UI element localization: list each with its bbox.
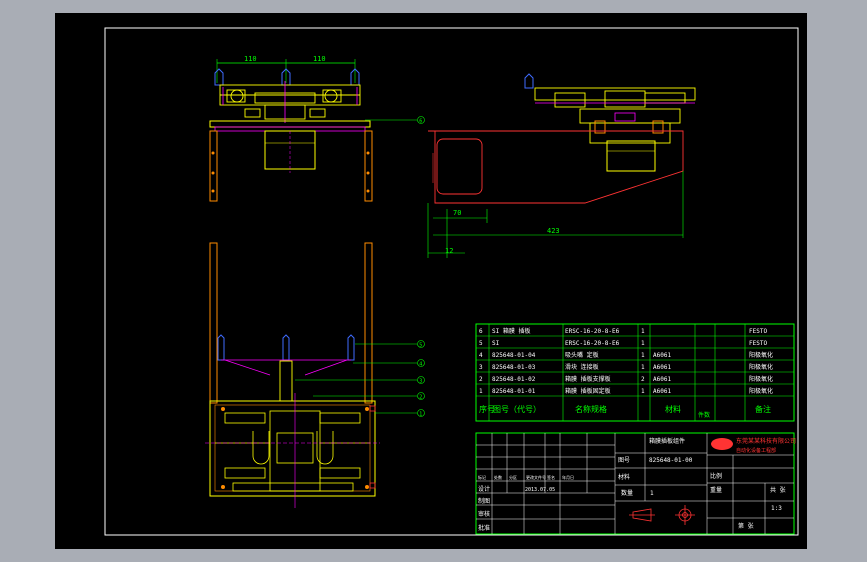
bom-row-note: FESTO xyxy=(749,328,767,335)
bom-row-code: 825648-01-01 xyxy=(492,388,536,395)
dim-70: 70 xyxy=(453,209,461,217)
balloon-b3: 3 xyxy=(419,379,422,385)
revision-tag: 分区 xyxy=(509,474,517,480)
bom-rows: 6 SI 箱膜 插板 ERSC-16-20-8-E6 1 FESTO 5 SI ERSC-16… xyxy=(479,327,773,395)
revision-tag: 更改文件号 xyxy=(526,474,546,480)
top-view xyxy=(205,242,425,508)
dim-423: 423 xyxy=(547,227,560,235)
qty-label: 数量 xyxy=(621,489,633,497)
bom-row-material: A6061 xyxy=(653,364,671,371)
bom-row-qty: 1 xyxy=(641,352,645,359)
designer-label: 设计 xyxy=(478,485,490,493)
bom-row-note: 阳极氧化 xyxy=(749,375,773,383)
company-sub: 自动化设备工程部 xyxy=(736,447,776,454)
balloon-b5: 5 xyxy=(419,343,422,349)
approver-label: 批准 xyxy=(478,524,490,532)
bom-row-no: 6 xyxy=(479,328,483,335)
bom-row-note: 阳极氧化 xyxy=(749,363,773,371)
drawing-no: 825648-01-00 xyxy=(649,457,693,464)
bom-row-code: SI 箱膜 插板 xyxy=(492,327,530,335)
revision-tag: 标记 xyxy=(478,474,486,480)
bom-row-spec: 吸头嘴 定板 xyxy=(565,351,599,359)
revision-tag: 签名 xyxy=(547,474,555,480)
bom-row-qty: 1 xyxy=(641,340,645,347)
bom-row-code: 825648-01-03 xyxy=(492,364,536,371)
bom-row-spec: ERSC-16-20-8-E6 xyxy=(565,328,620,335)
cad-drawing: 110 110 70 423 12 6 SI 箱膜 插板 ERSC-16-20-… xyxy=(104,27,799,536)
dim-12: 12 xyxy=(445,247,453,255)
bom-row-note: 阳极氧化 xyxy=(749,351,773,359)
bom-row-qty: 1 xyxy=(641,328,645,335)
bom-row-code: SI xyxy=(492,340,500,347)
part-no-label: 图号 xyxy=(618,457,630,464)
bom-row-spec: ERSC-16-20-8-E6 xyxy=(565,340,620,347)
bom-header-code: 图号（代号） xyxy=(493,404,541,414)
balloon-b2: 2 xyxy=(419,395,422,401)
balloon-b1: 1 xyxy=(419,412,422,418)
bom-row-spec: 滑块 连接板 xyxy=(565,363,599,371)
bom-row-qty: 1 xyxy=(641,388,645,395)
bom-header-spec: 名称规格 xyxy=(575,404,607,414)
bom-row-qty: 2 xyxy=(641,376,645,383)
bom-row-code: 825648-01-04 xyxy=(492,352,536,359)
company-logo xyxy=(711,438,733,450)
bom-row-material: A6061 xyxy=(653,352,671,359)
bom-header-material: 材料 xyxy=(665,404,681,414)
date-value: 2013.07.05 xyxy=(525,487,555,493)
dim-110-right: 110 xyxy=(313,55,326,63)
dim-110-left: 110 xyxy=(244,55,257,63)
revision-tags: 标记 处数 分区 更改文件号 签名 年月日 xyxy=(478,474,574,480)
projection-symbol xyxy=(629,505,695,525)
balloon-b6: 6 xyxy=(419,119,422,125)
bom-row-note: 阳极氧化 xyxy=(749,387,773,395)
scale-value: 1:3 xyxy=(771,505,782,512)
bom-row-material: A6061 xyxy=(653,376,671,383)
qty-value: 1 xyxy=(650,490,654,497)
front-view: 110 110 xyxy=(209,55,425,202)
bom-row-spec: 箱膜 插板固定板 xyxy=(565,387,611,395)
checker-label: 审核 xyxy=(478,510,490,518)
sheet-value: 第 张 xyxy=(738,522,754,530)
bom-row-material: A6061 xyxy=(653,388,671,395)
drawer-label: 制图 xyxy=(478,497,490,505)
inner-frame xyxy=(104,27,799,536)
company-name: 东莞某某科技有限公司 xyxy=(736,437,796,445)
bom-row-qty: 1 xyxy=(641,364,645,371)
bom-row-no: 5 xyxy=(479,340,483,347)
sheet-label: 共 张 xyxy=(770,486,786,494)
bom-row-no: 1 xyxy=(479,388,483,395)
drawing-name: 箱膜插板组件 xyxy=(649,437,685,445)
bom-row-spec: 箱膜 插板支撑板 xyxy=(565,375,611,383)
weight-label: 重量 xyxy=(710,486,722,494)
revision-tag: 处数 xyxy=(494,474,502,480)
bom-row-no: 4 xyxy=(479,352,483,359)
bom-table: 6 SI 箱膜 插板 ERSC-16-20-8-E6 1 FESTO 5 SI ERSC-16… xyxy=(475,323,795,422)
side-view: 70 423 12 xyxy=(427,73,696,258)
bom-row-note: FESTO xyxy=(749,340,767,347)
drawing-sheet: 110 110 70 423 12 6 SI 箱膜 插板 ERSC-16-20-… xyxy=(55,13,807,549)
revision-tag: 年月日 xyxy=(562,474,574,480)
bom-row-code: 825648-01-02 xyxy=(492,376,536,383)
balloon-b4: 4 xyxy=(419,362,422,368)
material-label: 材料 xyxy=(618,473,630,481)
bom-row-no: 2 xyxy=(479,376,483,383)
bom-header-note: 备注 xyxy=(755,404,771,414)
bom-row-no: 3 xyxy=(479,364,483,371)
bom-header-qty: 件数 xyxy=(698,411,710,419)
title-block: 东莞某某科技有限公司 自动化设备工程部 箱膜插板组件 825648-01-00 … xyxy=(475,432,796,535)
scale-label: 比例 xyxy=(710,472,722,480)
